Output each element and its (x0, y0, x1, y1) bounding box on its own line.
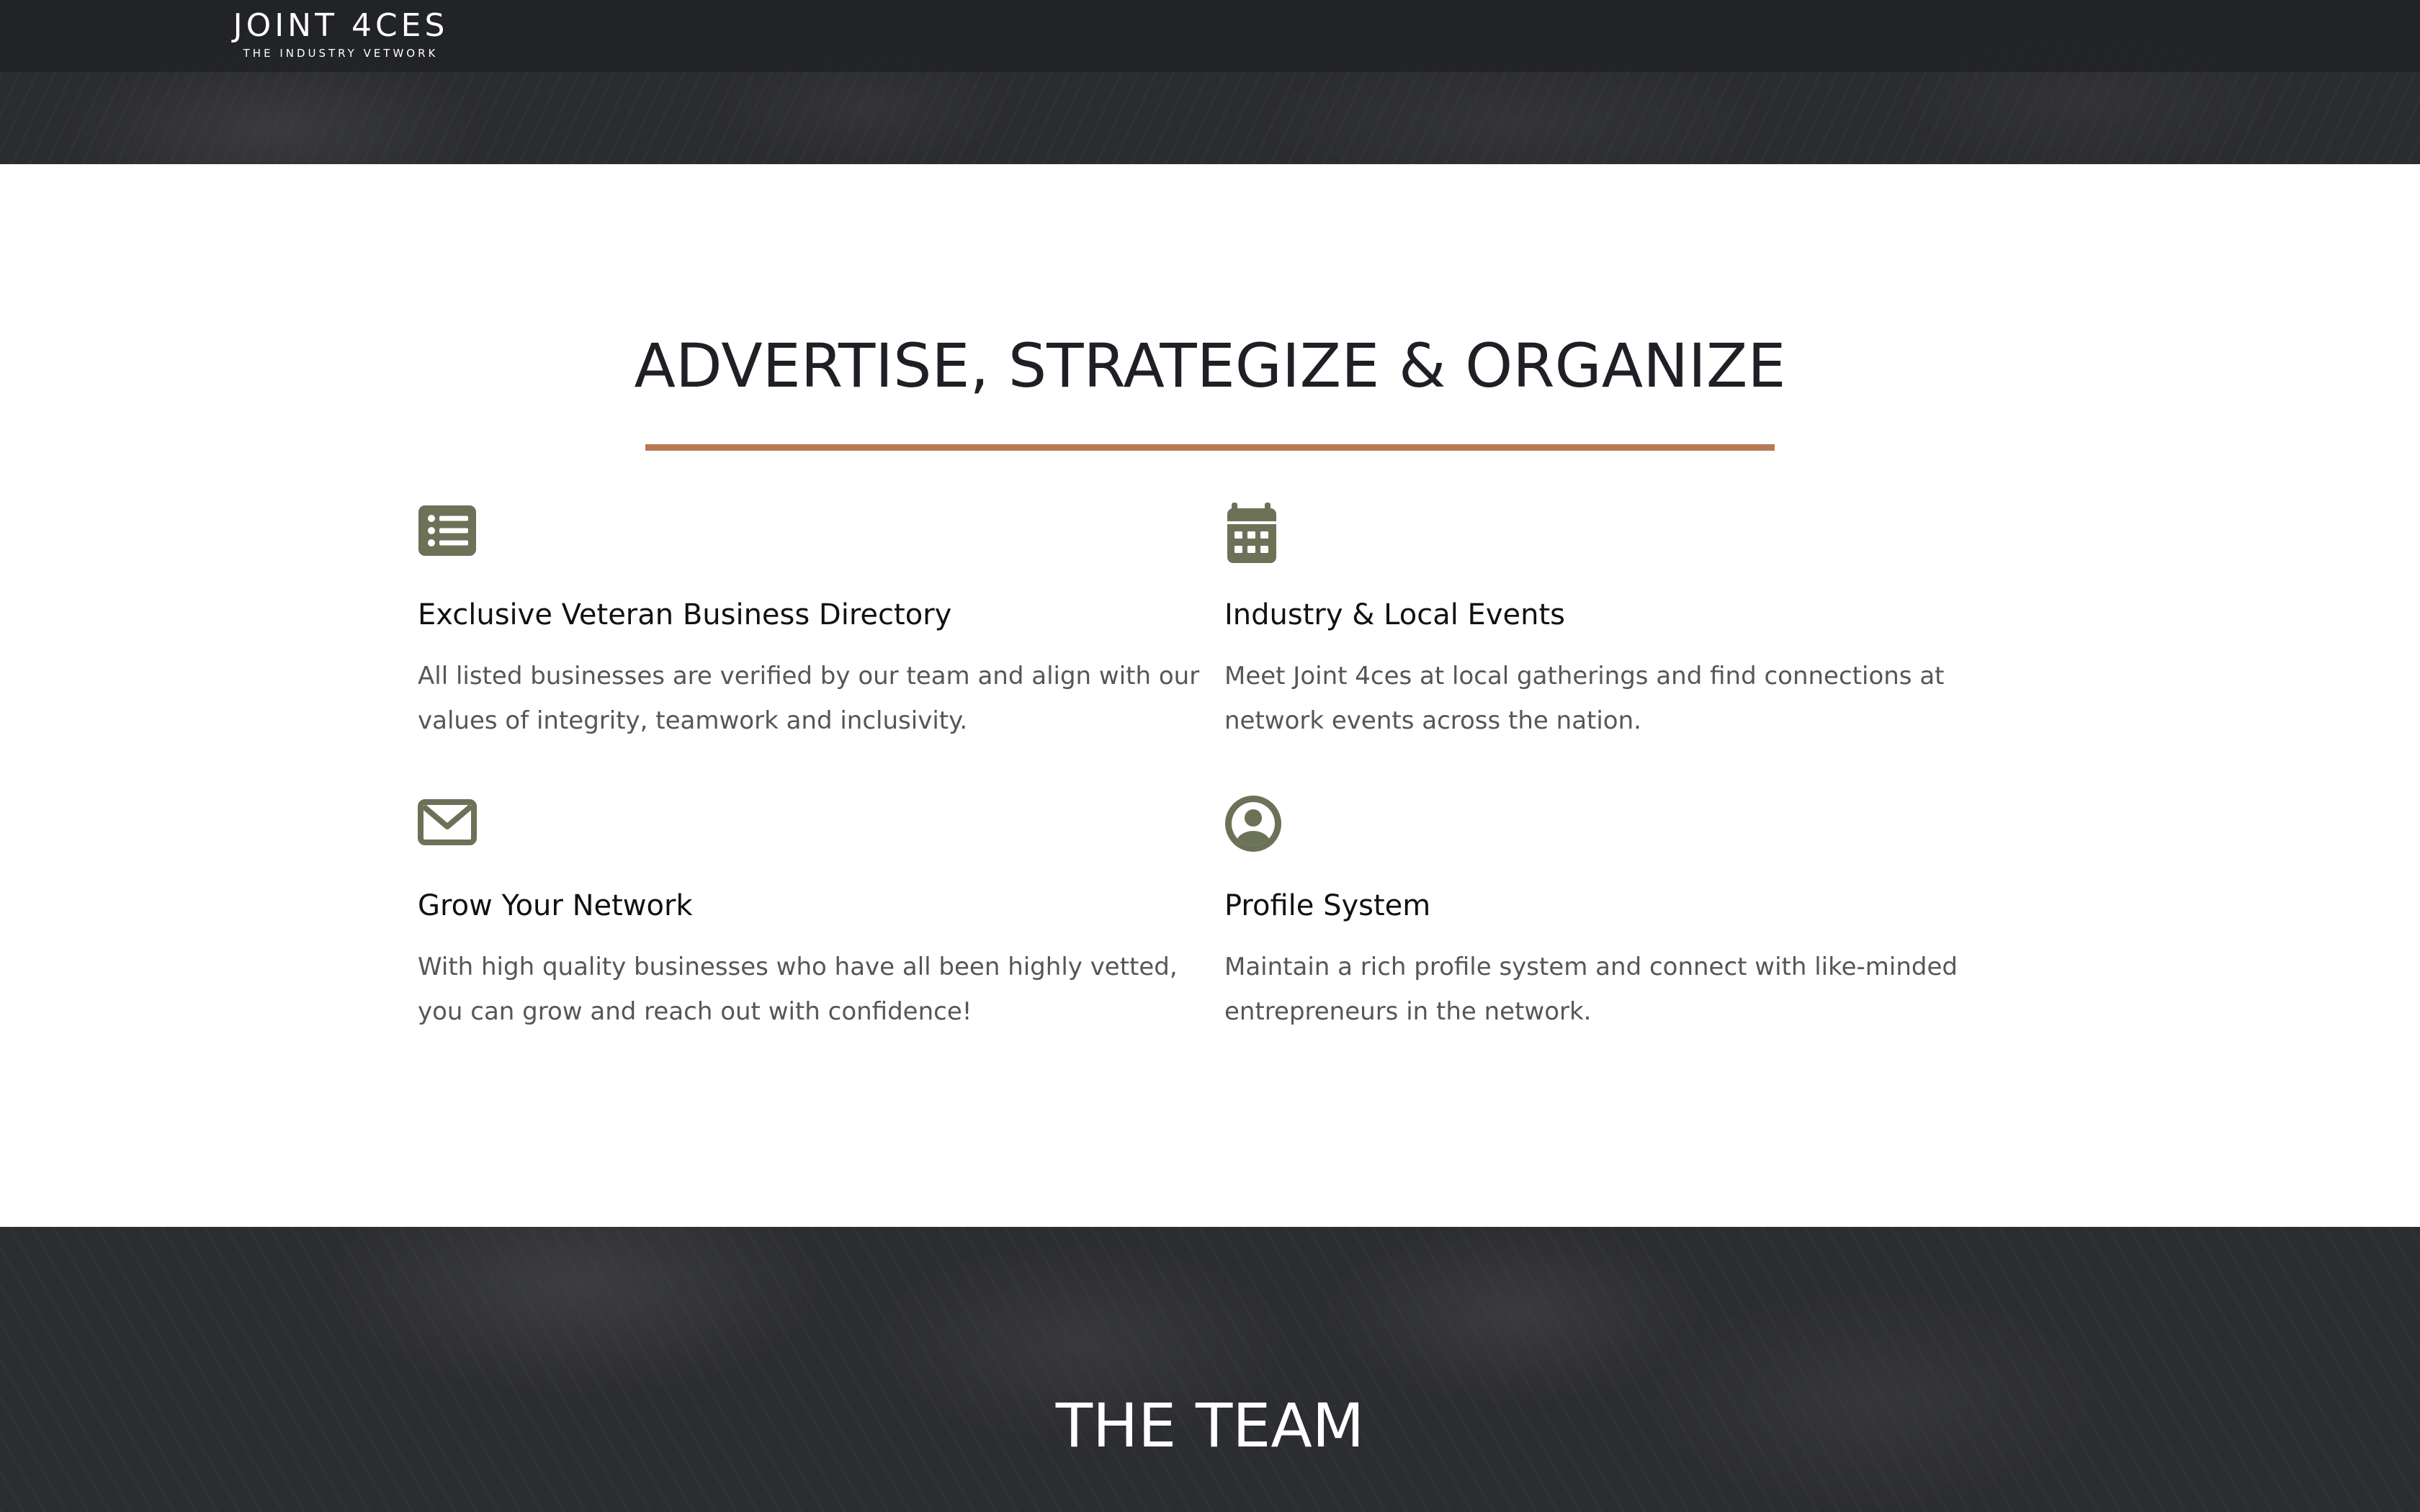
feature-title: Industry & Local Events (1224, 598, 1565, 631)
logo-tagline: THE INDUSTRY VETWORK (243, 47, 439, 60)
feature-description: All listed businesses are verified by ou… (418, 662, 1200, 735)
top-navigation-bar: JOINT 4CES THE INDUSTRY VETWORK (0, 0, 2420, 72)
hero-banner: JOINT 4CES THE INDUSTRY VETWORK (0, 0, 2420, 164)
features-section: ADVERTISE, STRATEGIZE & ORGANIZE Exclusi… (0, 164, 2420, 1227)
title-divider (645, 444, 1775, 451)
team-section: THE TEAM (0, 1227, 2420, 1512)
site-logo[interactable]: JOINT 4CES THE INDUSTRY VETWORK (229, 9, 452, 60)
user-circle-icon (1224, 793, 1285, 854)
feature-description: Maintain a rich profile system and conne… (1224, 953, 1958, 1026)
feature-description: With high quality businesses who have al… (418, 953, 1178, 1026)
calendar-icon (1224, 503, 1285, 563)
feature-title: Grow Your Network (418, 889, 693, 922)
logo-wordmark: JOINT 4CES (233, 7, 449, 44)
list-icon (418, 503, 478, 563)
team-section-title: THE TEAM (1055, 1390, 1365, 1461)
feature-title: Profile System (1224, 889, 1431, 922)
section-title: ADVERTISE, STRATEGIZE & ORGANIZE (634, 330, 1786, 401)
envelope-icon (418, 793, 478, 854)
feature-description: Meet Joint 4ces at local gatherings and … (1224, 662, 1945, 735)
feature-title: Exclusive Veteran Business Directory (418, 598, 952, 631)
